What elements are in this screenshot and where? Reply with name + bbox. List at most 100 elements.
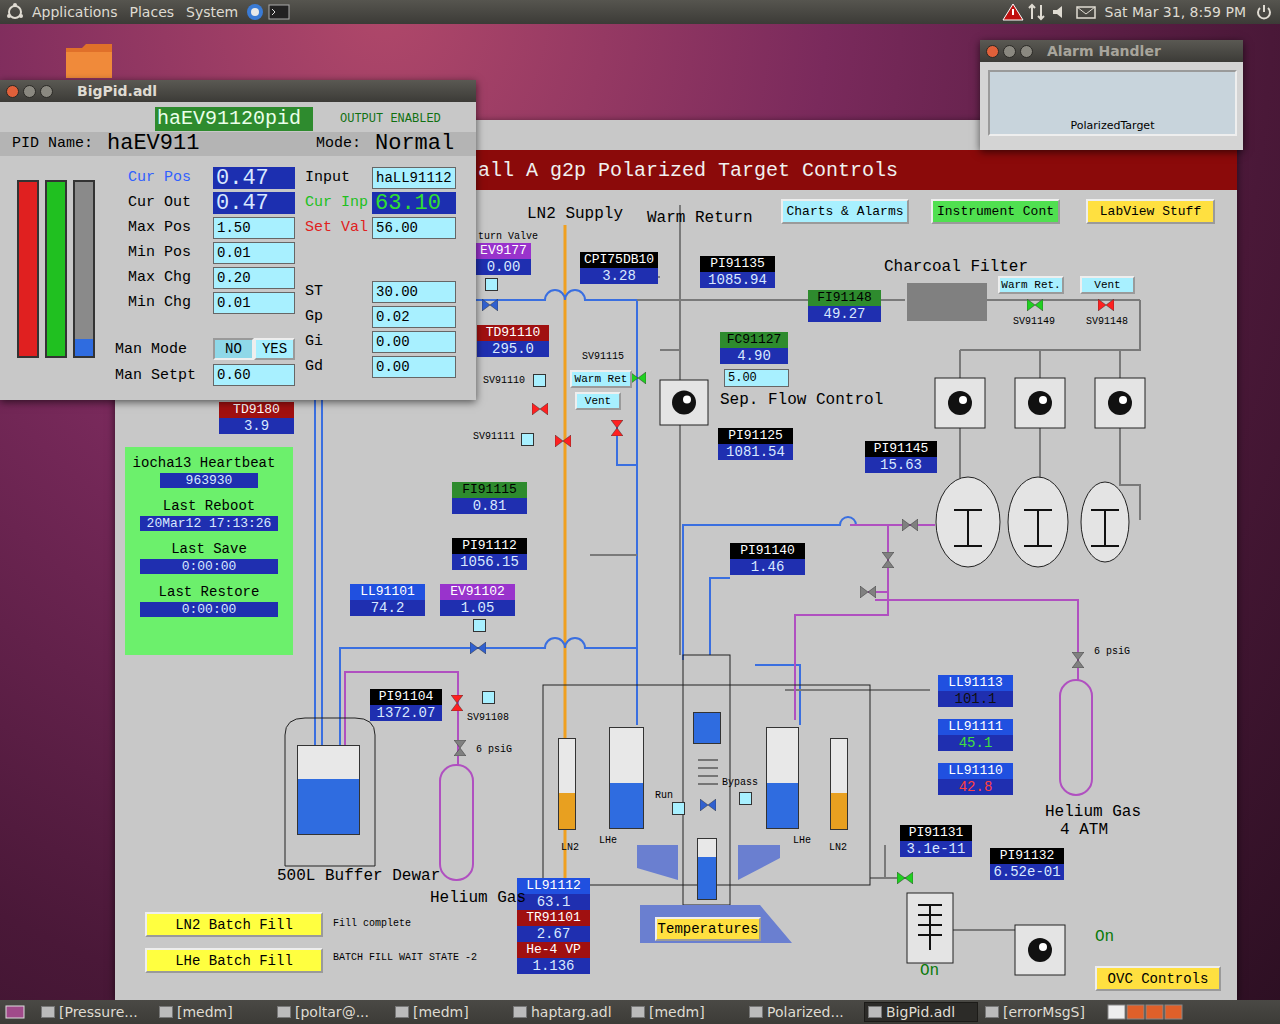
tank-level-fill — [831, 793, 847, 829]
valve-icon[interactable] — [897, 872, 913, 884]
pid-field-value[interactable]: 30.00 — [372, 281, 456, 303]
diagram-label: turn Valve — [478, 231, 538, 242]
man-mode-option[interactable]: YES — [254, 338, 295, 360]
readout: PI911401.46 — [730, 543, 805, 575]
display-button[interactable]: Warm Ret. — [998, 276, 1064, 294]
related-display-button[interactable] — [485, 278, 498, 291]
valve-icon[interactable] — [611, 420, 623, 436]
minimize-button[interactable] — [1003, 45, 1016, 58]
heartbeat-title: iocha13 Heartbeat — [133, 455, 276, 471]
taskbar-item-label: BigPid.adl — [886, 1004, 955, 1020]
taskbar-item[interactable]: BigPid.adl — [864, 1002, 978, 1022]
pipe-line — [590, 554, 637, 556]
related-display-button[interactable] — [521, 433, 534, 446]
valve-icon[interactable] — [470, 642, 486, 654]
related-display-button[interactable] — [473, 619, 486, 632]
maximize-button[interactable] — [1020, 45, 1033, 58]
panel-clock[interactable]: Sat Mar 31, 8:59 PM — [1099, 4, 1252, 20]
panel-menu[interactable]: Places — [124, 4, 181, 20]
valve-icon[interactable] — [1072, 652, 1084, 668]
alarm-group-button[interactable]: PolarizedTarget — [988, 70, 1237, 136]
taskbar-item[interactable]: [medm] — [628, 1002, 742, 1022]
display-button[interactable]: Vent — [1080, 276, 1135, 294]
valve-icon[interactable] — [1027, 299, 1043, 311]
valve-icon[interactable] — [1098, 299, 1114, 311]
pid-field-value: 0.47 — [213, 192, 295, 214]
related-display-button[interactable] — [672, 802, 685, 815]
valve-icon[interactable] — [630, 372, 646, 384]
valve-icon[interactable] — [482, 299, 498, 311]
display-button[interactable]: LN2 Batch Fill — [145, 912, 323, 937]
pid-field-value[interactable]: 0.00 — [372, 331, 456, 353]
pid-field-value[interactable]: haLL91112 — [372, 167, 456, 189]
close-button[interactable] — [986, 45, 999, 58]
valve-icon[interactable] — [454, 740, 466, 756]
taskbar-item[interactable]: Polarized... — [746, 1002, 860, 1022]
pid-field-value[interactable]: 1.50 — [213, 217, 295, 239]
valve-icon[interactable] — [532, 403, 548, 415]
taskbar-item[interactable]: [medm] — [392, 1002, 506, 1022]
diagram-label: LN2 — [561, 842, 579, 853]
path-shape — [700, 799, 716, 811]
display-button[interactable]: Charts & Alarms — [781, 199, 909, 224]
taskbar: [Pressure...[medm][poltar@...[medm]hapta… — [0, 1000, 1280, 1024]
heartbeat-item-label: Last Restore — [159, 584, 260, 600]
display-button[interactable]: Vent — [575, 392, 621, 410]
display-button[interactable]: LHe Batch Fill — [145, 948, 323, 973]
pid-field-value[interactable]: 0.02 — [372, 306, 456, 328]
rect-shape — [1012, 9, 1014, 15]
panel-menu[interactable]: System — [180, 4, 244, 20]
valve-icon[interactable] — [555, 435, 571, 447]
taskbar-item[interactable]: [errorMsgS] — [982, 1002, 1096, 1022]
readout-label: PI91112 — [452, 538, 527, 554]
readout-label: PI91125 — [718, 428, 793, 444]
window-icon — [985, 1006, 999, 1018]
man-setpt-field[interactable]: 0.60 — [213, 364, 295, 386]
display-button[interactable]: Warm Ret — [570, 370, 632, 388]
pid-field-value[interactable]: 0.00 — [372, 356, 456, 378]
readout: PI9114515.63 — [865, 441, 937, 473]
close-button[interactable] — [6, 85, 19, 98]
taskbar-item[interactable]: haptarg.adl — [510, 1002, 624, 1022]
pid-field-value[interactable]: 56.00 — [372, 217, 456, 239]
pid-field-value[interactable]: 0.20 — [213, 267, 295, 289]
display-button[interactable]: Temperatures — [655, 917, 761, 941]
display-button[interactable]: OVC Controls — [1095, 966, 1221, 991]
maximize-button[interactable] — [40, 85, 53, 98]
panel-menu[interactable]: Applications — [26, 4, 124, 20]
valve-icon[interactable] — [451, 695, 463, 711]
minimize-button[interactable] — [23, 85, 36, 98]
valve-icon[interactable] — [860, 586, 876, 598]
readout: LL9111263.1 — [517, 878, 590, 910]
readout: PI911351085.94 — [700, 256, 775, 288]
taskbar-item[interactable]: [Pressure... — [38, 1002, 152, 1022]
related-display-button[interactable] — [533, 374, 546, 387]
taskbar-item[interactable]: [poltar@... — [274, 1002, 388, 1022]
pid-field-value[interactable]: 0.01 — [213, 242, 295, 264]
display-button[interactable]: LabView Stuff — [1086, 199, 1215, 224]
readout: TD91803.9 — [219, 402, 294, 434]
related-display-button[interactable] — [482, 691, 495, 704]
readout-label: LL91101 — [350, 584, 425, 600]
path-shape — [482, 299, 498, 311]
taskbar-item[interactable]: [medm] — [156, 1002, 270, 1022]
pid-field-label: Min Pos — [128, 244, 191, 261]
alarm-handler-window: Alarm HandlerPolarizedTarget — [980, 40, 1243, 150]
path-shape — [470, 642, 486, 654]
man-mode-option[interactable]: NO — [213, 338, 254, 360]
display-button[interactable]: Instrument Cont — [931, 199, 1060, 224]
pump-hub — [683, 396, 691, 404]
path-shape — [272, 9, 275, 15]
valve-icon[interactable] — [902, 519, 918, 531]
readout-value: 1.05 — [440, 600, 515, 616]
valve-icon[interactable] — [700, 799, 716, 811]
helium-cylinder — [440, 765, 473, 880]
readout-label: LL91111 — [938, 719, 1013, 735]
pid-bar-fill — [19, 182, 37, 356]
flow-setpoint-field[interactable]: 5.00 — [724, 369, 789, 387]
pid-field-value[interactable]: 0.01 — [213, 292, 295, 314]
window-icon — [868, 1006, 882, 1018]
path-shape — [66, 44, 112, 78]
related-display-button[interactable] — [739, 792, 752, 805]
valve-icon[interactable] — [882, 552, 894, 568]
